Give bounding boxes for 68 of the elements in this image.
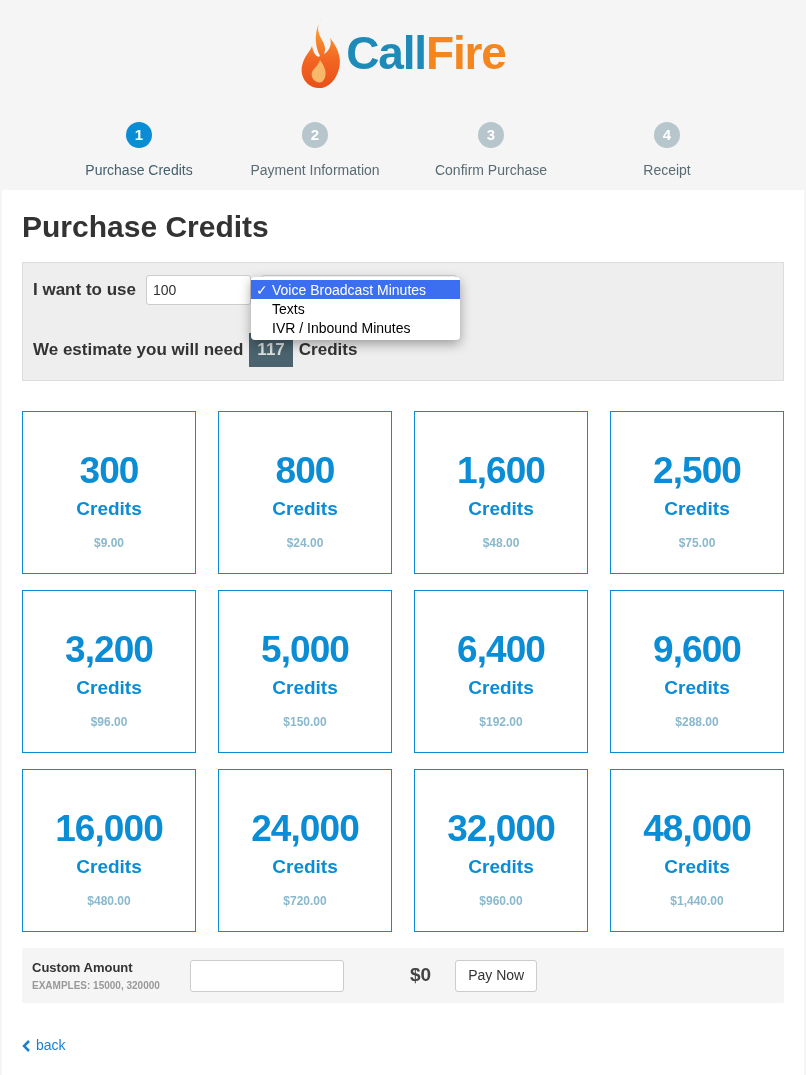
page-title: Purchase Credits [22, 212, 270, 242]
estimate-unit: Credits [298, 339, 358, 361]
credit-amount: 9,600 [653, 631, 741, 668]
package-price: $9.00 [94, 534, 124, 552]
credit-package-card[interactable]: 32,000 Credits $960.00 [414, 769, 588, 932]
pay-now-button[interactable]: Pay Now [455, 959, 538, 992]
credit-unit: Credits [76, 855, 142, 879]
package-price: $960.00 [479, 892, 523, 910]
custom-amount-field[interactable] [190, 959, 344, 992]
chevron-left-icon [22, 1039, 30, 1052]
credit-unit: Credits [272, 855, 338, 879]
step-label[interactable]: Purchase Credits [85, 160, 193, 181]
package-price: $720.00 [283, 892, 327, 910]
credit-package-card[interactable]: 3,200 Credits $96.00 [22, 590, 196, 753]
credit-amount: 16,000 [55, 810, 163, 847]
step-label[interactable]: Receipt [643, 160, 691, 181]
credit-amount: 300 [79, 452, 139, 489]
credit-unit: Credits [664, 676, 730, 700]
package-price: $288.00 [675, 713, 719, 731]
credit-amount: 3,200 [65, 631, 153, 668]
credit-package-card[interactable]: 6,400 Credits $192.00 [414, 590, 588, 753]
credit-amount: 48,000 [643, 810, 751, 847]
total-amount: $0 [410, 963, 432, 988]
credit-amount: 24,000 [251, 810, 359, 847]
package-price: $1,440.00 [670, 892, 724, 910]
package-price: $192.00 [479, 713, 523, 731]
step-label[interactable]: Payment Information [250, 160, 380, 181]
credit-amount: 800 [275, 452, 335, 489]
credit-amount: 1,600 [457, 452, 545, 489]
step-number[interactable]: 1 [126, 122, 152, 148]
credit-package-card[interactable]: 48,000 Credits $1,440.00 [610, 769, 784, 932]
package-price: $480.00 [87, 892, 131, 910]
step-label[interactable]: Confirm Purchase [434, 160, 547, 181]
credit-unit: Credits [468, 676, 534, 700]
package-price: $48.00 [482, 534, 520, 552]
dropdown-option[interactable]: ✓ Voice Broadcast Minutes [251, 280, 460, 299]
credit-unit: Credits [272, 676, 338, 700]
back-link[interactable]: back [36, 1035, 66, 1056]
credit-amount: 2,500 [653, 452, 741, 489]
credit-unit: Credits [76, 497, 142, 521]
credit-package-card[interactable]: 300 Credits $9.00 [22, 411, 196, 574]
credit-unit: Credits [468, 497, 534, 521]
credit-unit: Credits [468, 855, 534, 879]
logo-wordmark: CallFire [346, 30, 506, 76]
custom-amount-hint: EXAMPLES: 15000, 320000 [32, 978, 161, 993]
credit-unit: Credits [664, 497, 730, 521]
credit-amount: 32,000 [447, 810, 555, 847]
credit-amount: 6,400 [457, 631, 545, 668]
credit-unit: Credits [76, 676, 142, 700]
estimate-label: We estimate you will need [33, 339, 244, 361]
credit-package-card[interactable]: 1,600 Credits $48.00 [414, 411, 588, 574]
package-price: $96.00 [90, 713, 128, 731]
credit-amount: 5,000 [261, 631, 349, 668]
credit-package-card[interactable]: 24,000 Credits $720.00 [218, 769, 392, 932]
credit-package-card[interactable]: 800 Credits $24.00 [218, 411, 392, 574]
package-price: $150.00 [283, 713, 327, 731]
package-price: $75.00 [678, 534, 716, 552]
credit-package-card[interactable]: 5,000 Credits $150.00 [218, 590, 392, 753]
credit-package-card[interactable]: 9,600 Credits $288.00 [610, 590, 784, 753]
credit-package-card[interactable]: 2,500 Credits $75.00 [610, 411, 784, 574]
credit-package-card[interactable]: 16,000 Credits $480.00 [22, 769, 196, 932]
dropdown-option[interactable]: Texts [251, 299, 460, 318]
credit-unit: Credits [664, 855, 730, 879]
amount-field[interactable]: 100 [145, 275, 251, 305]
use-label: I want to use [33, 279, 136, 302]
credit-unit: Credits [272, 497, 338, 521]
custom-amount-label: Custom Amount [32, 959, 134, 978]
package-price: $24.00 [286, 534, 324, 552]
